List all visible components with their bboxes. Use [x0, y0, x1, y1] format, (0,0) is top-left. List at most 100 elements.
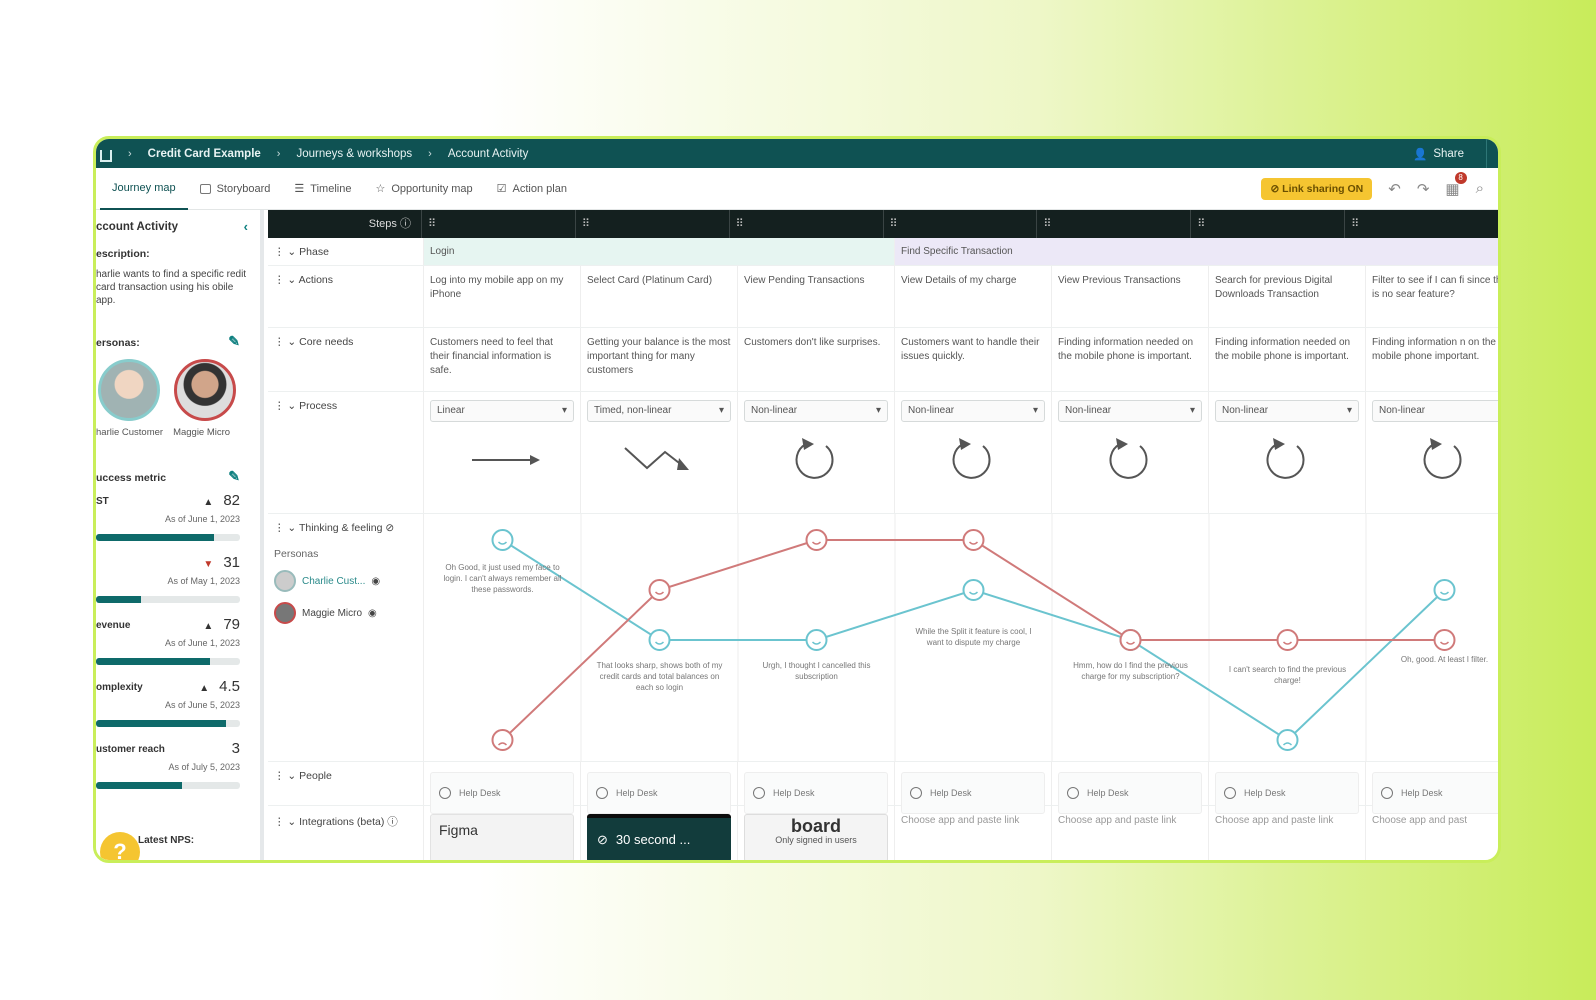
undo-icon[interactable]: ↶ [1388, 180, 1401, 198]
help-button[interactable]: ? [100, 832, 140, 860]
process-value: Non-linear [751, 405, 798, 416]
core_needs-cell[interactable]: Customers need to feel that their financ… [424, 328, 581, 391]
step-handle[interactable]: ⠿ [574, 210, 729, 238]
actions-cell[interactable]: View Pending Transactions [738, 266, 895, 327]
redo-icon[interactable]: ↷ [1417, 180, 1430, 198]
breadcrumb-section[interactable]: Journeys & workshops [296, 148, 412, 160]
step-handle[interactable]: ⠿ [1344, 210, 1498, 238]
feeling-note[interactable]: That looks sharp, shows both of my credi… [595, 660, 724, 693]
more-menu[interactable] [1486, 139, 1498, 168]
row-label: ⋮ ⌄ Phase [268, 238, 424, 265]
step-handle[interactable]: ⠿ [420, 210, 575, 238]
feeling-note[interactable]: Oh, good. At least I filter. [1380, 654, 1498, 665]
metric-name: omplexity [96, 682, 143, 693]
hide-icon[interactable]: ⊘ [385, 522, 394, 534]
search-icon[interactable]: ⌕ [1476, 180, 1484, 197]
collapse-icon[interactable]: ‹ [244, 219, 248, 234]
actions-cell[interactable]: Filter to see if I can fi since there is… [1366, 266, 1498, 327]
figma-embed[interactable]: Figma [430, 814, 574, 860]
feeling-note[interactable]: Hmm, how do I find the previous charge f… [1066, 660, 1195, 682]
feeling-note[interactable]: Oh Good, it just used my face to login. … [438, 562, 567, 595]
core_needs-cell[interactable]: Finding information n on the mobile phon… [1366, 328, 1498, 391]
row-label: ⋮ ⌄ People [268, 762, 424, 805]
emotion-point[interactable] [491, 529, 514, 551]
process-select[interactable]: Linear ▾ [430, 400, 574, 422]
actions-cell[interactable]: Select Card (Platinum Card) [581, 266, 738, 327]
integration-placeholder[interactable]: Choose app and paste link [901, 814, 1045, 828]
core_needs-cell[interactable]: Customers want to handle their issues qu… [895, 328, 1052, 391]
phase-find-transaction[interactable]: Find Specific Transaction [895, 238, 1498, 265]
avatar[interactable] [174, 359, 236, 421]
avatar[interactable] [98, 359, 160, 421]
process-select[interactable]: Non-linear▾ [1372, 400, 1498, 422]
emotion-point[interactable] [805, 529, 828, 551]
emotion-point[interactable] [648, 629, 671, 651]
tab-timeline[interactable]: ☰ Timeline [282, 168, 363, 210]
core_needs-cell[interactable]: Getting your balance is the most importa… [581, 328, 738, 391]
integration-placeholder[interactable]: Choose app and paste link [1215, 814, 1359, 828]
eye-icon[interactable]: ◉ [368, 608, 377, 619]
breadcrumb-page[interactable]: Account Activity [448, 148, 529, 160]
emotion-point[interactable] [1433, 629, 1456, 651]
integration-label: Choose app and past [1372, 815, 1468, 826]
emotion-point[interactable] [1433, 579, 1456, 601]
edit-icon[interactable]: ✎ [228, 468, 240, 485]
tab-journey-map[interactable]: Journey map [100, 168, 188, 210]
tab-storyboard[interactable]: Storyboard [188, 168, 283, 210]
emotion-point[interactable] [962, 529, 985, 551]
people-row: ⋮ ⌄ People Help Desk Help Desk Help Desk He… [268, 762, 1498, 814]
tf-persona-charlie[interactable]: Charlie Cust... ◉ [274, 570, 423, 592]
persona-name: Maggie Micro [302, 607, 363, 619]
core_needs-cell[interactable]: Customers don't like surprises. [738, 328, 895, 391]
process-select[interactable]: Non-linear▾ [1215, 400, 1359, 422]
emotion-point[interactable] [491, 729, 514, 751]
eye-icon[interactable]: ◉ [371, 576, 380, 587]
emotion-point[interactable] [1276, 629, 1299, 651]
tab-action-plan[interactable]: ☑ Action plan [485, 168, 579, 210]
actions-cell[interactable]: Log into my mobile app on my iPhone [424, 266, 581, 327]
step-handle[interactable]: ⠿ [882, 210, 1037, 238]
actions-cell[interactable]: View Details of my charge [895, 266, 1052, 327]
actions-cell[interactable]: View Previous Transactions [1052, 266, 1209, 327]
actions-cell[interactable]: Search for previous Digital Downloads Tr… [1209, 266, 1366, 327]
edit-icon[interactable]: ✎ [228, 333, 240, 350]
step-handle[interactable]: ⠿ [728, 210, 883, 238]
integration-placeholder[interactable]: Choose app and paste link [1058, 814, 1202, 828]
board-embed[interactable]: board Only signed in users [744, 814, 888, 860]
process-select[interactable]: Timed, non-linear ▾ [587, 400, 731, 422]
feeling-note[interactable]: Urgh, I thought I cancelled this subscri… [752, 660, 881, 682]
process-select[interactable]: Non-linear▾ [744, 400, 888, 422]
process-cell: Linear ▾ [424, 392, 581, 513]
emotion-point[interactable] [1119, 629, 1142, 651]
feeling-note[interactable]: I can't search to find the previous char… [1223, 664, 1352, 686]
chevron-down-icon: ▾ [1346, 405, 1352, 416]
tab-label: Opportunity map [391, 182, 473, 195]
emotion-point[interactable] [1276, 729, 1299, 751]
step-handle[interactable]: ⠿ [1036, 210, 1190, 238]
breadcrumb-project[interactable]: Credit Card Example [148, 148, 261, 160]
core_needs-cell[interactable]: Finding information needed on the mobile… [1052, 328, 1209, 391]
feeling-note[interactable]: While the Split it feature is cool, I wa… [909, 626, 1038, 648]
link-sharing-button[interactable]: ⊘ Link sharing ON [1261, 177, 1373, 200]
emotion-point[interactable] [648, 579, 671, 601]
integration-placeholder[interactable]: Choose app and past [1372, 814, 1498, 828]
chevron-right-icon: › [428, 147, 432, 160]
step-handle[interactable]: ⠿ [1190, 210, 1344, 238]
share-button[interactable]: 👤 Share [1413, 147, 1464, 161]
process-select[interactable]: Non-linear▾ [901, 400, 1045, 422]
notifications-icon[interactable]: ▦ 8 [1445, 171, 1467, 198]
core_needs-cell[interactable]: Finding information needed on the mobile… [1209, 328, 1366, 391]
row-label: ⋮ ⌄ Integrations (beta) ⓘ [268, 806, 424, 860]
process-select[interactable]: Non-linear▾ [1058, 400, 1202, 422]
emotion-point[interactable] [805, 629, 828, 651]
video-embed[interactable]: ⊘ 30 second ... [587, 814, 731, 860]
tf-persona-maggie[interactable]: Maggie Micro ◉ [274, 602, 423, 624]
trend-arrow-icon: ▲ [199, 683, 210, 694]
tab-opportunity-map[interactable]: ☆ Opportunity map [363, 168, 484, 210]
home-icon[interactable] [100, 149, 112, 162]
chevron-down-icon: ▾ [1032, 405, 1038, 416]
integrations-cell: Choose app and paste link [1052, 806, 1209, 860]
core-need-text: Getting your balance is the most importa… [587, 337, 731, 376]
emotion-point[interactable] [962, 579, 985, 601]
phase-login[interactable]: Login [424, 238, 895, 265]
